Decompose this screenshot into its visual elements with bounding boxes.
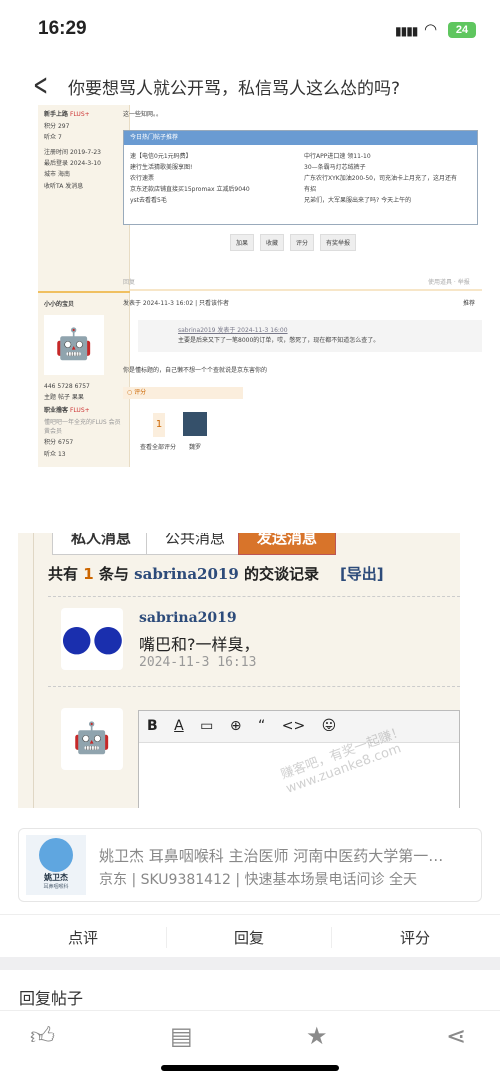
post-meta: 发表于 2024-11-3 16:02 | 只看该作者 <box>123 300 230 307</box>
thumbs-up-icon[interactable]: 👍︎ <box>30 1022 55 1051</box>
back-button[interactable]: < <box>33 68 48 103</box>
doctor-avatar: 姚卫杰 耳鼻咽喉科 <box>26 835 86 895</box>
favorite-button[interactable]: 收藏 <box>260 234 285 251</box>
reply-button[interactable]: 回复 <box>166 927 332 948</box>
username: 小小的宝贝 <box>44 301 75 308</box>
hot-link[interactable]: 有招 <box>304 184 457 195</box>
hot-link[interactable]: 30—条霸马灯芯绒裤子 <box>304 162 457 173</box>
conversation-summary: 共有 1 条与 sabrina2019 的交谈记录 [导出] <box>48 565 384 583</box>
signal-icon: ▮▮▮▮ <box>395 24 418 38</box>
tools-link[interactable]: 使用道具 · 举报 <box>428 277 470 286</box>
stat-row: 积分 297 <box>44 123 70 130</box>
hot-link[interactable]: 建行生活猜歌美服享图! <box>130 162 250 173</box>
post-buttons: 加果 收藏 评分 有奖举报 <box>230 234 362 251</box>
bold-icon[interactable]: B <box>147 718 158 734</box>
rater-avatar <box>183 412 207 436</box>
user-sidebar: 新手上路 FLUS+ 积分 297 听众 7 注册时间 2019-7-23 最后… <box>38 105 130 467</box>
hot-link[interactable]: 兄弟们，大军果服出来了吗? 今天上午的 <box>304 195 457 206</box>
message-text: 嘴巴和?一样臭， <box>139 635 260 654</box>
tab-send[interactable]: 发送消息 <box>238 533 337 555</box>
star-icon[interactable]: ★ <box>306 1022 328 1050</box>
home-indicator <box>161 1065 339 1071</box>
hot-link[interactable]: 农行速票 <box>130 173 250 184</box>
add-fruit-button[interactable]: 加果 <box>230 234 255 251</box>
code-icon[interactable]: <> <box>282 718 305 734</box>
battery-icon: 24 <box>448 22 476 38</box>
stat-row: 城市 海南 <box>44 171 70 178</box>
status-time: 16:29 <box>38 18 87 39</box>
stat-row: 听众 7 <box>44 134 62 141</box>
font-color-icon[interactable]: A <box>174 718 184 734</box>
page-title: 你要想骂人就公开骂，私信骂人这么怂的吗? <box>68 79 401 99</box>
hot-posts-box: 今日热门帖子推荐 速【电信0元1元码费】 建行生活猜歌美服享图! 农行速票 京东还款店… <box>123 130 478 225</box>
rater-name: 魏罗 <box>189 444 202 451</box>
floor-label: 推荐 <box>463 300 476 307</box>
message-time: 2024-11-3 16:13 <box>139 655 257 670</box>
message-link[interactable]: 发消息 <box>65 183 83 190</box>
hot-link[interactable]: 速【电信0元1元码费】 <box>130 151 250 162</box>
follow-link[interactable]: 收听TA <box>44 183 63 190</box>
comment-button[interactable]: 点评 <box>0 927 166 948</box>
comment-icon[interactable]: ▤ <box>170 1022 193 1050</box>
avatar: 🤖 <box>44 315 104 375</box>
link-icon[interactable]: ⊕ <box>230 718 242 734</box>
ad-card[interactable]: 姚卫杰 耳鼻咽喉科 姚卫杰 耳鼻咽喉科 主治医师 河南中医药大学第一… 京东 |… <box>18 828 482 902</box>
post-text: 这一些知网。。 <box>123 111 163 118</box>
badge: FLUS+ <box>69 111 90 118</box>
view-all-rates[interactable]: 查看全部评分 <box>140 442 176 451</box>
post-body: 你是懂标题的，自己懒不想一个个查就说是京东害你的 <box>123 367 268 374</box>
message-screenshot: 私人消息 公共消息 发送消息 共有 1 条与 sabrina2019 的交谈记录… <box>18 533 460 808</box>
sender-name[interactable]: sabrina2019 <box>139 610 237 626</box>
user-rank: 新手上路 <box>44 111 69 118</box>
stat-row: 注册时间 2019-7-23 <box>44 149 101 156</box>
stat-row: 最后登录 2024-3-10 <box>44 160 101 167</box>
divider <box>0 957 500 970</box>
emoji-icon[interactable]: 😛 <box>322 718 337 734</box>
rate-count: 1 <box>153 413 165 437</box>
my-avatar: 🤖 <box>61 708 123 770</box>
reply-post-label[interactable]: 回复帖子 <box>19 985 83 1009</box>
export-link[interactable]: [导出] <box>340 565 384 583</box>
forum-screenshot: 新手上路 FLUS+ 积分 297 听众 7 注册时间 2019-7-23 最后… <box>18 105 482 480</box>
ad-subtitle: 京东 | SKU9381412 | 快速基本场景电话问诊 全天 <box>99 872 417 888</box>
rate-button[interactable]: 评分 <box>290 234 315 251</box>
tab-public[interactable]: 公共消息 <box>146 533 245 555</box>
share-icon[interactable]: ⋖ <box>446 1022 466 1050</box>
hot-link[interactable]: 广东农行XYK加油200-50，司充油卡上月充了，这月还有 <box>304 173 457 184</box>
sender-avatar: ●● <box>61 608 124 670</box>
report-button[interactable]: 有奖举报 <box>320 234 357 251</box>
rate-button[interactable]: 评分 <box>332 927 498 948</box>
image-icon[interactable]: ▭ <box>200 718 213 734</box>
quote-icon[interactable]: “ <box>258 718 265 734</box>
reply-link[interactable]: 回复 <box>123 277 135 286</box>
hot-title: 今日热门帖子推荐 <box>124 131 477 145</box>
wifi-icon: ◠ <box>424 20 438 38</box>
hot-link[interactable]: 京东还款店铺直接买15promax 立减后9040 <box>130 184 250 195</box>
ad-title: 姚卫杰 耳鼻咽喉科 主治医师 河南中医药大学第一… <box>99 847 444 865</box>
tab-private[interactable]: 私人消息 <box>52 533 151 555</box>
hot-link[interactable]: yst去看看5毛 <box>130 195 250 206</box>
quote-box: sabrina2019 发表于 2024-11-3 16:00 主要是后来又下了… <box>138 320 482 352</box>
hot-link[interactable]: 中行APP进口速 领11-10 <box>304 151 457 162</box>
rate-header: ○ 评分 <box>123 387 243 399</box>
